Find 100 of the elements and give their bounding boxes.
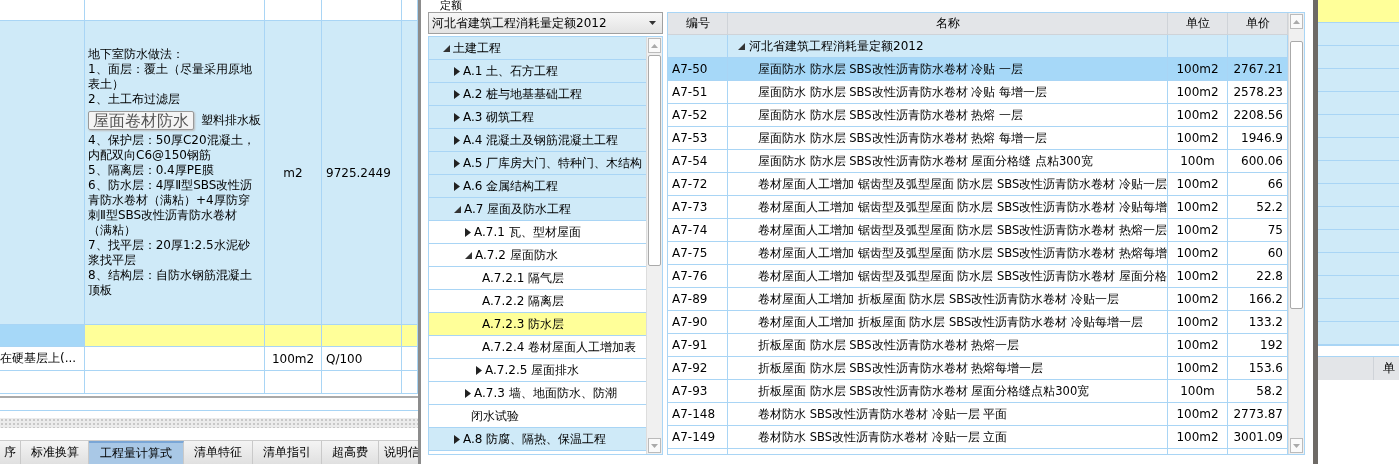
table-row[interactable] — [1318, 23, 1399, 46]
column-header[interactable]: 编号 — [668, 13, 728, 35]
column-header[interactable]: 名称 — [728, 13, 1168, 35]
tooltip: 屋面卷材防水 — [88, 110, 194, 130]
tree-item[interactable]: A.7.2 屋面防水 — [429, 244, 646, 267]
tree-item[interactable]: A.2 桩与地基基础工程 — [429, 83, 646, 106]
column-header[interactable]: 单价 — [1228, 13, 1288, 35]
table-row[interactable]: A7-50 屋面防水 防水层 SBS改性沥青防水卷材 冷贴 一层 100m2 2767.21 — [668, 58, 1288, 81]
name-cell: 屋面防水 防水层 SBS改性沥青防水卷材 热熔 一层 — [728, 104, 1168, 127]
unit-cell: 100m2 — [1168, 58, 1228, 81]
table-row[interactable] — [1318, 0, 1399, 23]
code-cell: A7-89 — [668, 288, 728, 311]
collapsed-triangle-icon[interactable] — [454, 135, 460, 145]
tree-item[interactable]: A.7.1 瓦、型材屋面 — [429, 221, 646, 244]
table-row[interactable] — [1318, 92, 1399, 115]
tree-item[interactable]: A.4 混凝土及钢筋混凝土工程 — [429, 129, 646, 152]
tab[interactable]: 序 — [0, 441, 21, 464]
table-row[interactable] — [1318, 230, 1399, 253]
collapsed-triangle-icon[interactable] — [454, 112, 460, 122]
code-cell: A7-76 — [668, 265, 728, 288]
code-cell: A7-53 — [668, 127, 728, 150]
table-row[interactable] — [1318, 115, 1399, 138]
unit-cell: m2 — [265, 21, 322, 325]
table-row[interactable] — [1318, 46, 1399, 69]
table-row[interactable] — [1318, 322, 1399, 345]
table-row[interactable] — [1318, 299, 1399, 322]
table-row[interactable]: A7-52 屋面防水 防水层 SBS改性沥青防水卷材 热熔 一层 100m2 2208.56 — [668, 104, 1288, 127]
expanded-triangle-icon[interactable] — [443, 44, 450, 52]
table-row[interactable]: A7-51 屋面防水 防水层 SBS改性沥青防水卷材 冷贴 每增一层 100m2 2578.23 — [668, 81, 1288, 104]
tree-item[interactable]: 土建工程 — [429, 37, 646, 60]
name-cell: 卷材屋面人工增加 锯齿型及弧型屋面 防水层 SBS改性沥青防水卷材 屋面分格 — [728, 265, 1168, 288]
collapsed-triangle-icon[interactable] — [454, 181, 460, 191]
collapsed-triangle-icon[interactable] — [465, 227, 471, 237]
tree-item[interactable]: A.7.3 墙、地面防水、防潮 — [429, 382, 646, 405]
tree-item[interactable]: A.8 防腐、隔热、保温工程 — [429, 428, 646, 451]
tree-item[interactable]: A.3 砌筑工程 — [429, 106, 646, 129]
tree-item[interactable]: A.5 厂库房大门、特种门、木结构 — [429, 152, 646, 175]
scroll-thumb[interactable] — [648, 55, 661, 266]
tree-item[interactable]: A.7 屋面及防水工程 — [429, 198, 646, 221]
tree-item[interactable]: A.7.2.3 防水层 — [429, 313, 646, 336]
table-row[interactable]: A7-53 屋面防水 防水层 SBS改性沥青防水卷材 热熔 每增一层 100m2 1946.9 — [668, 127, 1288, 150]
collapsed-triangle-icon[interactable] — [454, 66, 460, 76]
table-row[interactable]: A7-76 卷材屋面人工增加 锯齿型及弧型屋面 防水层 SBS改性沥青防水卷材 屋面分格 100m2 22.8 — [668, 265, 1288, 288]
table-row[interactable]: A7-148 卷材防水 SBS改性沥青防水卷材 冷贴一层 平面 100m2 2773.87 — [668, 403, 1288, 426]
tab[interactable]: 工程量计算式 — [89, 441, 184, 464]
group-row-label[interactable]: 河北省建筑工程消耗量定额2012 — [728, 35, 1168, 58]
table-row[interactable]: A7-74 卷材屋面人工增加 锯齿型及弧型屋面 防水层 SBS改性沥青防水卷材 热熔一层 100m2 75 — [668, 219, 1288, 242]
table-row[interactable]: A7-90 卷材屋面人工增加 折板屋面 防水层 SBS改性沥青防水卷材 冷贴每增一层 100m2 133.2 — [668, 311, 1288, 334]
table-row[interactable] — [1318, 184, 1399, 207]
collapsed-triangle-icon[interactable] — [454, 158, 460, 168]
table-row[interactable]: A7-89 卷材屋面人工增加 折板屋面 防水层 SBS改性沥青防水卷材 冷贴一层 100m2 166.2 — [668, 288, 1288, 311]
table-row[interactable]: A7-92 折板屋面 防水层 SBS改性沥青防水卷材 热熔每增一层 100m2 153.6 — [668, 357, 1288, 380]
table-row[interactable]: A7-149 卷材防水 SBS改性沥青防水卷材 冷贴一层 立面 100m2 3001.09 — [668, 426, 1288, 449]
table-cell — [265, 325, 322, 347]
scroll-up-icon — [1293, 19, 1300, 24]
table-row[interactable]: A7-73 卷材屋面人工增加 锯齿型及弧型屋面 防水层 SBS改性沥青防水卷材 冷贴每增 100m2 52.2 — [668, 196, 1288, 219]
expanded-triangle-icon[interactable] — [454, 205, 461, 213]
price-cell: 2767.21 — [1228, 58, 1288, 81]
library-dropdown[interactable]: 河北省建筑工程消耗量定额2012 — [428, 12, 663, 34]
table-row[interactable] — [1318, 207, 1399, 230]
table-row[interactable]: A7-54 屋面防水 防水层 SBS改性沥青防水卷材 屋面分格缝 点粘300宽 100m 600.06 — [668, 150, 1288, 173]
tab[interactable]: 超高费 — [322, 441, 379, 464]
table-row[interactable]: A7-75 卷材屋面人工增加 锯齿型及弧型屋面 防水层 SBS改性沥青防水卷材 热熔每增 100m2 60 — [668, 242, 1288, 265]
collapsed-triangle-icon[interactable] — [454, 89, 460, 99]
scrollbar[interactable] — [1288, 13, 1304, 454]
tree-item[interactable]: A.1 土、石方工程 — [429, 60, 646, 83]
expanded-triangle-icon[interactable] — [465, 251, 472, 259]
tab[interactable]: 清单指引 — [253, 441, 322, 464]
name-cell: 折板屋面 防水层 SBS改性沥青防水卷材 屋面分格缝点粘300宽 — [728, 380, 1168, 403]
column-header[interactable]: 单位 — [1168, 13, 1228, 35]
tab[interactable]: 清单特征 — [184, 441, 253, 464]
table-row[interactable]: A7-91 折板屋面 防水层 SBS改性沥青防水卷材 热熔一层 100m2 192 — [668, 334, 1288, 357]
name-cell: 屋面防水 防水层 SBS改性沥青防水卷材 冷贴 一层 — [728, 58, 1168, 81]
collapsed-triangle-icon[interactable] — [476, 365, 482, 375]
name-cell: 卷材屋面人工增加 锯齿型及弧型屋面 防水层 SBS改性沥青防水卷材 热熔每增 — [728, 242, 1168, 265]
tree-item[interactable]: A.7.2.4 卷材屋面人工增加表 — [429, 336, 646, 359]
code-cell: A7-52 — [668, 104, 728, 127]
name-cell: 屋面防水 防水层 SBS改性沥青防水卷材 屋面分格缝 点粘300宽 — [728, 150, 1168, 173]
name-cell: 卷材屋面人工增加 折板屋面 防水层 SBS改性沥青防水卷材 冷贴每增一层 — [728, 311, 1168, 334]
tree-item[interactable]: A.7.2.1 隔气层 — [429, 267, 646, 290]
table-row[interactable]: A7-72 卷材屋面人工增加 锯齿型及弧型屋面 防水层 SBS改性沥青防水卷材 冷贴一层 100m2 66 — [668, 173, 1288, 196]
table-row[interactable]: A7-93 折板屋面 防水层 SBS改性沥青防水卷材 屋面分格缝点粘300宽 100m 58.2 — [668, 380, 1288, 403]
table-row[interactable] — [1318, 69, 1399, 92]
table-row[interactable] — [1318, 161, 1399, 184]
table-row[interactable] — [1318, 138, 1399, 161]
tree-item[interactable]: A.6 金属结构工程 — [429, 175, 646, 198]
tree-item[interactable]: A.7.2.5 屋面排水 — [429, 359, 646, 382]
unit-cell: 100m2 — [1168, 311, 1228, 334]
table-row[interactable] — [1318, 276, 1399, 299]
name-cell: 卷材防水 SBS改性沥青防水卷材 冷贴一层 立面 — [728, 426, 1168, 449]
scroll-thumb[interactable] — [1290, 41, 1303, 309]
collapsed-triangle-icon[interactable] — [465, 388, 471, 398]
scrollbar[interactable] — [646, 37, 662, 454]
tab[interactable]: 标准换算 — [21, 441, 89, 464]
splitter-bar[interactable] — [0, 418, 418, 428]
code-cell: A7-92 — [668, 357, 728, 380]
code-cell: A7-54 — [668, 150, 728, 173]
table-row[interactable] — [1318, 253, 1399, 276]
unit-cell: 100m2 — [1168, 403, 1228, 426]
collapsed-triangle-icon[interactable] — [454, 434, 460, 444]
